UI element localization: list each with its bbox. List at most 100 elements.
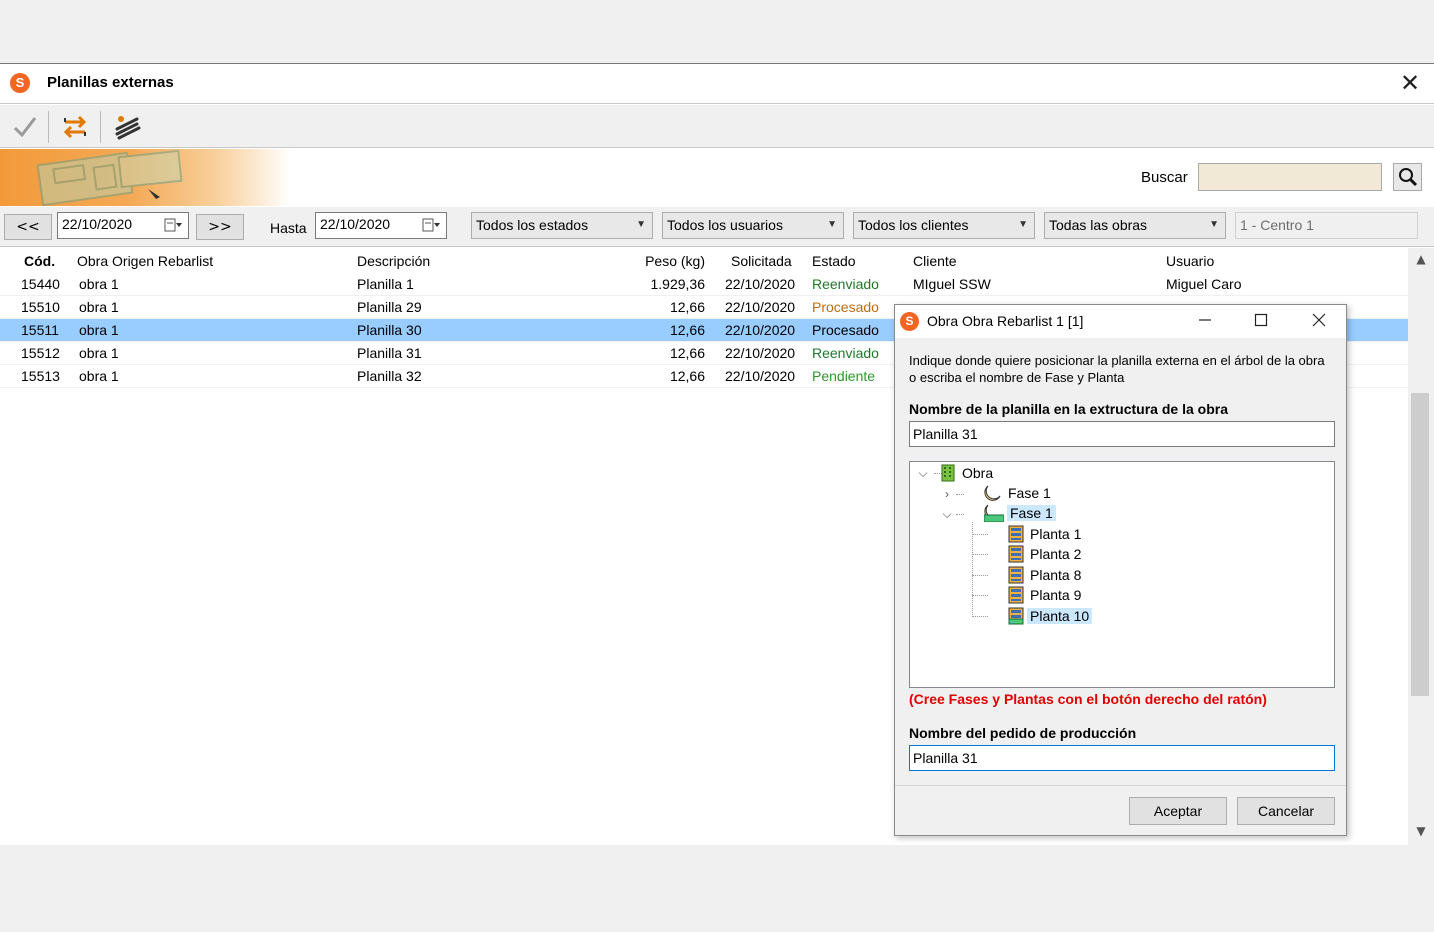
planta-icon: [1008, 566, 1024, 584]
expand-arrow-icon[interactable]: ›: [940, 487, 954, 501]
cell-descripcion: Planilla 30: [357, 322, 422, 338]
chevron-down-icon: ▼: [1209, 219, 1219, 230]
cell-fecha: 22/10/2020: [725, 276, 796, 292]
tree-connector: [972, 522, 973, 617]
tree-node-planta[interactable]: Planta 1: [1008, 524, 1084, 544]
table-vertical-scrollbar[interactable]: ▲ ▼: [1408, 248, 1434, 845]
chevron-down-icon: ▼: [636, 219, 646, 230]
tree-node-label: Planta 10: [1027, 608, 1093, 624]
tree-node-planta[interactable]: Planta 8: [1008, 565, 1084, 585]
confirm-check-icon[interactable]: [6, 109, 44, 145]
cell-cod: 15510: [21, 299, 60, 315]
cell-peso: 1.929,36: [650, 276, 706, 292]
cell-peso: 12,66: [669, 299, 705, 315]
cell-estado: Pendiente: [812, 368, 876, 384]
tree-node-label: Fase 1: [1007, 505, 1056, 521]
cliente-select[interactable]: Todos los clientes ▼: [853, 212, 1035, 239]
date-to-value: 22/10/2020: [320, 216, 391, 232]
estado-select-value: Todos los estados: [476, 217, 589, 233]
search-icon: [1398, 168, 1417, 187]
cell-obra: obra 1: [79, 322, 119, 338]
col-header-obra[interactable]: Obra Origen Rebarlist: [77, 253, 213, 269]
cancel-button[interactable]: Cancelar: [1237, 797, 1335, 825]
obra-dialog: S Obra Obra Rebarlist 1 [1] Indique dond…: [894, 304, 1347, 836]
cell-estado: Procesado: [812, 299, 879, 315]
banner: Buscar: [0, 149, 1434, 206]
cell-descripcion: Planilla 1: [357, 276, 414, 292]
planta-icon: [1008, 607, 1024, 625]
obra-select[interactable]: Todas las obras ▼: [1044, 212, 1226, 239]
cell-cod: 15512: [21, 345, 60, 361]
search-button[interactable]: [1393, 163, 1422, 191]
chevron-down-icon: ▼: [1018, 219, 1028, 230]
col-header-peso[interactable]: Peso (kg): [605, 253, 705, 269]
col-header-cod[interactable]: Cód.: [24, 253, 55, 269]
minimize-button[interactable]: [1182, 307, 1228, 337]
date-from-value: 22/10/2020: [62, 216, 133, 232]
cell-obra: obra 1: [79, 299, 119, 315]
col-header-estado[interactable]: Estado: [812, 253, 856, 269]
fase-moon-icon: [984, 504, 1004, 522]
table-row[interactable]: 15440 obra 1 Planilla 1 1.929,36 22/10/2…: [0, 273, 1408, 296]
dialog-close-button[interactable]: [1296, 307, 1342, 337]
rebar-bundle-icon[interactable]: [108, 109, 146, 145]
col-header-cliente[interactable]: Cliente: [913, 253, 957, 269]
order-name-input[interactable]: [909, 745, 1335, 771]
cell-peso: 12,66: [669, 345, 705, 361]
planta-icon: [1008, 525, 1024, 543]
scrollbar-thumb[interactable]: [1411, 393, 1429, 696]
cell-cod: 15513: [21, 368, 60, 384]
toolbar-separator: [48, 111, 49, 143]
tree-node-planta-selected[interactable]: Planta 10: [1008, 606, 1093, 626]
tree-connector: [972, 534, 988, 535]
dialog-instructions: Indique donde quiere posicionar la plani…: [909, 353, 1325, 385]
tree-node-fase[interactable]: Fase 1: [984, 483, 1054, 503]
planilla-name-label: Nombre de la planilla en la extructura d…: [909, 401, 1228, 417]
transfer-arrows-icon[interactable]: [56, 109, 94, 145]
centro-field: 1 - Centro 1: [1235, 212, 1418, 239]
planilla-name-input[interactable]: [909, 421, 1335, 447]
hasta-label: Hasta: [270, 220, 307, 236]
tree-connector: [956, 494, 964, 495]
usuario-select-value: Todos los usuarios: [667, 217, 783, 233]
tree-node-label: Planta 9: [1030, 587, 1082, 603]
tree-node-label: Fase 1: [1008, 485, 1051, 501]
cliente-select-value: Todos los clientes: [858, 217, 969, 233]
maximize-button[interactable]: [1238, 307, 1284, 337]
tree-node-label: Planta 8: [1030, 567, 1082, 583]
scroll-down-icon[interactable]: ▼: [1413, 824, 1429, 840]
toolbar-separator: [100, 111, 101, 143]
table-header: Cód. Obra Origen Rebarlist Descripción P…: [0, 250, 1408, 273]
collapse-arrow-icon[interactable]: ⌵: [916, 466, 930, 480]
date-to-picker[interactable]: 22/10/2020: [315, 212, 447, 239]
date-from-picker[interactable]: 22/10/2020: [57, 212, 189, 239]
col-header-usuario[interactable]: Usuario: [1166, 253, 1214, 269]
collapse-arrow-icon[interactable]: ⌵: [940, 507, 954, 521]
calendar-dropdown-icon: [422, 218, 440, 232]
close-icon: [1312, 313, 1326, 327]
tree-node-planta[interactable]: Planta 2: [1008, 544, 1084, 564]
close-window-button[interactable]: ✕: [1396, 68, 1424, 98]
tree-node-planta[interactable]: Planta 9: [1008, 585, 1084, 605]
cell-peso: 12,66: [669, 368, 705, 384]
cell-cod: 15511: [21, 322, 59, 338]
tree-node-fase-selected[interactable]: Fase 1: [984, 503, 1056, 523]
tree-node-obra[interactable]: Obra: [940, 463, 996, 483]
usuario-select[interactable]: Todos los usuarios ▼: [662, 212, 844, 239]
previous-date-button[interactable]: <<: [4, 214, 52, 240]
col-header-descripcion[interactable]: Descripción: [357, 253, 430, 269]
obra-tree[interactable]: ⌵ Obra › Fase 1 ⌵ Fase 1 Planta 1 Planta…: [909, 461, 1335, 688]
estado-select[interactable]: Todos los estados ▼: [471, 212, 653, 239]
tree-connector: [972, 575, 988, 576]
next-date-button[interactable]: >>: [196, 214, 244, 240]
cell-fecha: 22/10/2020: [725, 368, 796, 384]
minimize-icon: [1199, 319, 1211, 321]
col-header-solicitada[interactable]: Solicitada: [731, 253, 792, 269]
cell-cod: 15440: [21, 276, 60, 292]
search-input[interactable]: [1198, 163, 1382, 191]
tree-connector: [956, 514, 964, 515]
accept-button[interactable]: Aceptar: [1129, 797, 1227, 825]
order-name-label: Nombre del pedido de producción: [909, 725, 1137, 741]
scroll-up-icon[interactable]: ▲: [1413, 252, 1429, 268]
app-logo-icon: S: [10, 73, 30, 93]
